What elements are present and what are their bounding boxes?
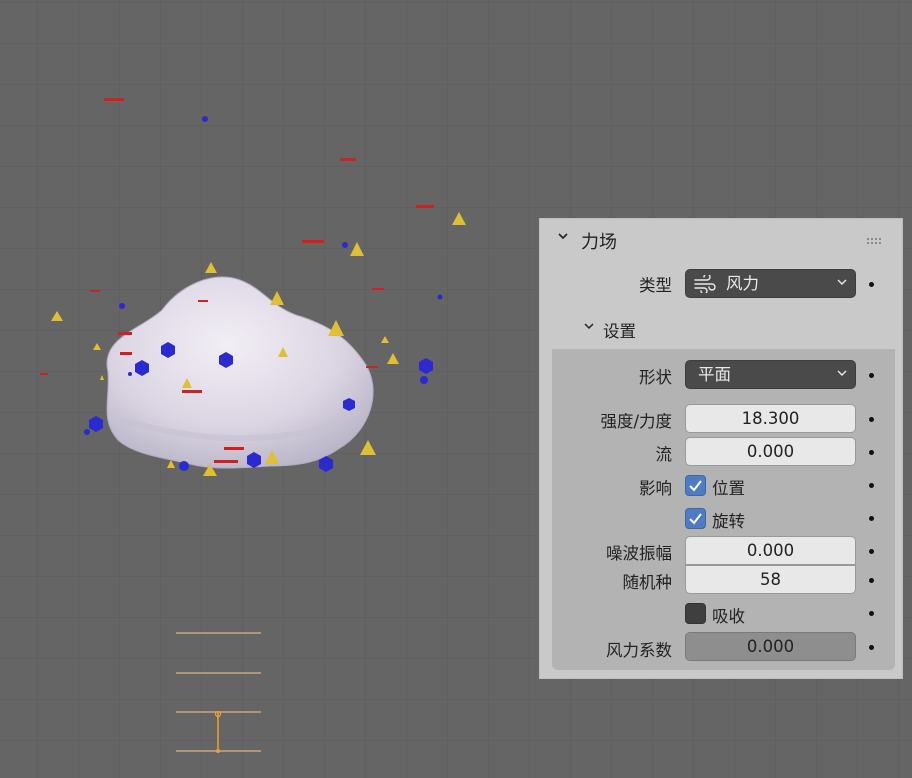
flow-field[interactable]: 0.000 — [685, 437, 856, 466]
wind-icon — [694, 275, 716, 293]
seed-field[interactable]: 58 — [685, 565, 856, 594]
force-field-panel: 力场 类型 风力 设置 形状 平面 强度/力度 18.300 流 0.000 影… — [539, 218, 903, 679]
wind-factor-label: 风力系数 — [606, 641, 672, 660]
settings-subpanel-header[interactable]: 设置 — [540, 306, 904, 348]
settings-title: 设置 — [603, 322, 636, 341]
keyframe-dot[interactable] — [869, 516, 874, 521]
checkmark-icon — [689, 513, 702, 525]
shape-dropdown[interactable]: 平面 — [685, 360, 856, 389]
chevron-down-icon — [837, 370, 847, 376]
keyframe-dot[interactable] — [869, 645, 874, 650]
strength-field[interactable]: 18.300 — [685, 404, 856, 433]
type-dropdown[interactable]: 风力 — [685, 269, 856, 298]
shape-label: 形状 — [639, 368, 672, 387]
flow-label: 流 — [655, 445, 673, 464]
keyframe-dot[interactable] — [869, 373, 874, 378]
keyframe-dot[interactable] — [869, 578, 874, 583]
panel-title: 力场 — [581, 232, 617, 253]
type-label: 类型 — [639, 276, 672, 295]
absorption-checkbox[interactable] — [685, 603, 706, 624]
affect-location-checkbox[interactable] — [685, 475, 706, 496]
keyframe-dot[interactable] — [869, 417, 874, 422]
panel-header[interactable]: 力场 — [550, 225, 890, 255]
keyframe-dot[interactable] — [869, 483, 874, 488]
keyframe-dot[interactable] — [869, 611, 874, 616]
affect-label: 影响 — [639, 479, 672, 498]
checkmark-icon — [689, 480, 702, 492]
wind-factor-field[interactable]: 0.000 — [685, 632, 856, 661]
affect-rotation-checkbox[interactable] — [685, 508, 706, 529]
noise-field[interactable]: 0.000 — [685, 536, 856, 565]
chevron-down-icon — [837, 279, 847, 285]
strength-label: 强度/力度 — [600, 412, 672, 431]
grip-dots-icon[interactable] — [866, 237, 884, 245]
seed-label: 随机种 — [622, 573, 673, 592]
affect-rotation-label[interactable]: 旋转 — [712, 508, 745, 532]
keyframe-dot[interactable] — [869, 549, 874, 554]
type-value: 风力 — [726, 274, 759, 293]
shape-value: 平面 — [698, 365, 731, 384]
keyframe-dot[interactable] — [869, 282, 874, 287]
chevron-down-icon[interactable] — [584, 321, 594, 331]
absorption-label[interactable]: 吸收 — [712, 603, 745, 627]
affect-location-label[interactable]: 位置 — [712, 475, 745, 499]
keyframe-dot[interactable] — [869, 450, 874, 455]
chevron-down-icon[interactable] — [558, 231, 568, 241]
noise-label: 噪波振幅 — [606, 544, 672, 563]
